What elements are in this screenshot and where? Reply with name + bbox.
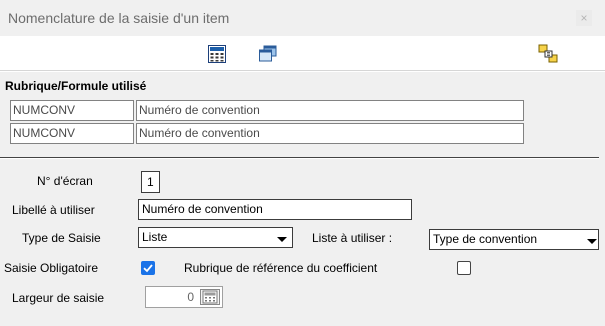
largeur-value: 0	[187, 290, 194, 304]
largeur-label: Largeur de saisie	[12, 291, 105, 305]
check-icon	[143, 264, 153, 273]
obligatoire-checkbox[interactable]	[141, 261, 155, 275]
type-saisie-select[interactable]: Liste	[138, 227, 293, 248]
window-title: Nomenclature de la saisie d'un item	[8, 10, 230, 26]
ecran-input[interactable]: 1	[141, 171, 160, 193]
divider	[0, 157, 599, 159]
liste-select[interactable]: Type de convention	[429, 229, 599, 250]
type-saisie-value: Liste	[142, 230, 168, 244]
liste-value: Type de convention	[433, 232, 538, 246]
libelle-label: Libellé à utiliser	[12, 203, 95, 217]
libelle-input[interactable]: Numéro de convention	[138, 199, 412, 220]
calculator-icon[interactable]	[200, 289, 220, 305]
calculator-icon[interactable]	[207, 44, 227, 64]
form-panel: Rubrique/Formule utilisé NUMCONV Numéro …	[0, 72, 605, 326]
link-items-icon[interactable]	[538, 44, 558, 64]
row-1-label[interactable]: Numéro de convention	[136, 100, 524, 121]
window-icon[interactable]	[258, 44, 278, 64]
section-title: Rubrique/Formule utilisé	[5, 79, 147, 93]
type-saisie-chevron-down-icon[interactable]	[277, 237, 287, 242]
ecran-label: N° d'écran	[37, 174, 93, 188]
reference-checkbox[interactable]	[457, 261, 471, 275]
largeur-input[interactable]: 0	[145, 286, 223, 308]
obligatoire-label: Saisie Obligatoire	[4, 261, 99, 275]
liste-label: Liste à utiliser :	[312, 231, 393, 245]
row-1-code[interactable]: NUMCONV	[10, 100, 134, 121]
close-button[interactable]: ×	[576, 10, 592, 26]
title-bar: Nomenclature de la saisie d'un item ×	[0, 0, 605, 36]
type-saisie-label: Type de Saisie	[22, 231, 101, 245]
reference-label: Rubrique de référence du coefficient	[184, 261, 378, 275]
row-2-code[interactable]: NUMCONV	[10, 123, 134, 144]
liste-chevron-down-icon[interactable]	[587, 239, 597, 244]
row-2-label[interactable]: Numéro de convention	[136, 123, 524, 144]
toolbar	[0, 36, 605, 71]
